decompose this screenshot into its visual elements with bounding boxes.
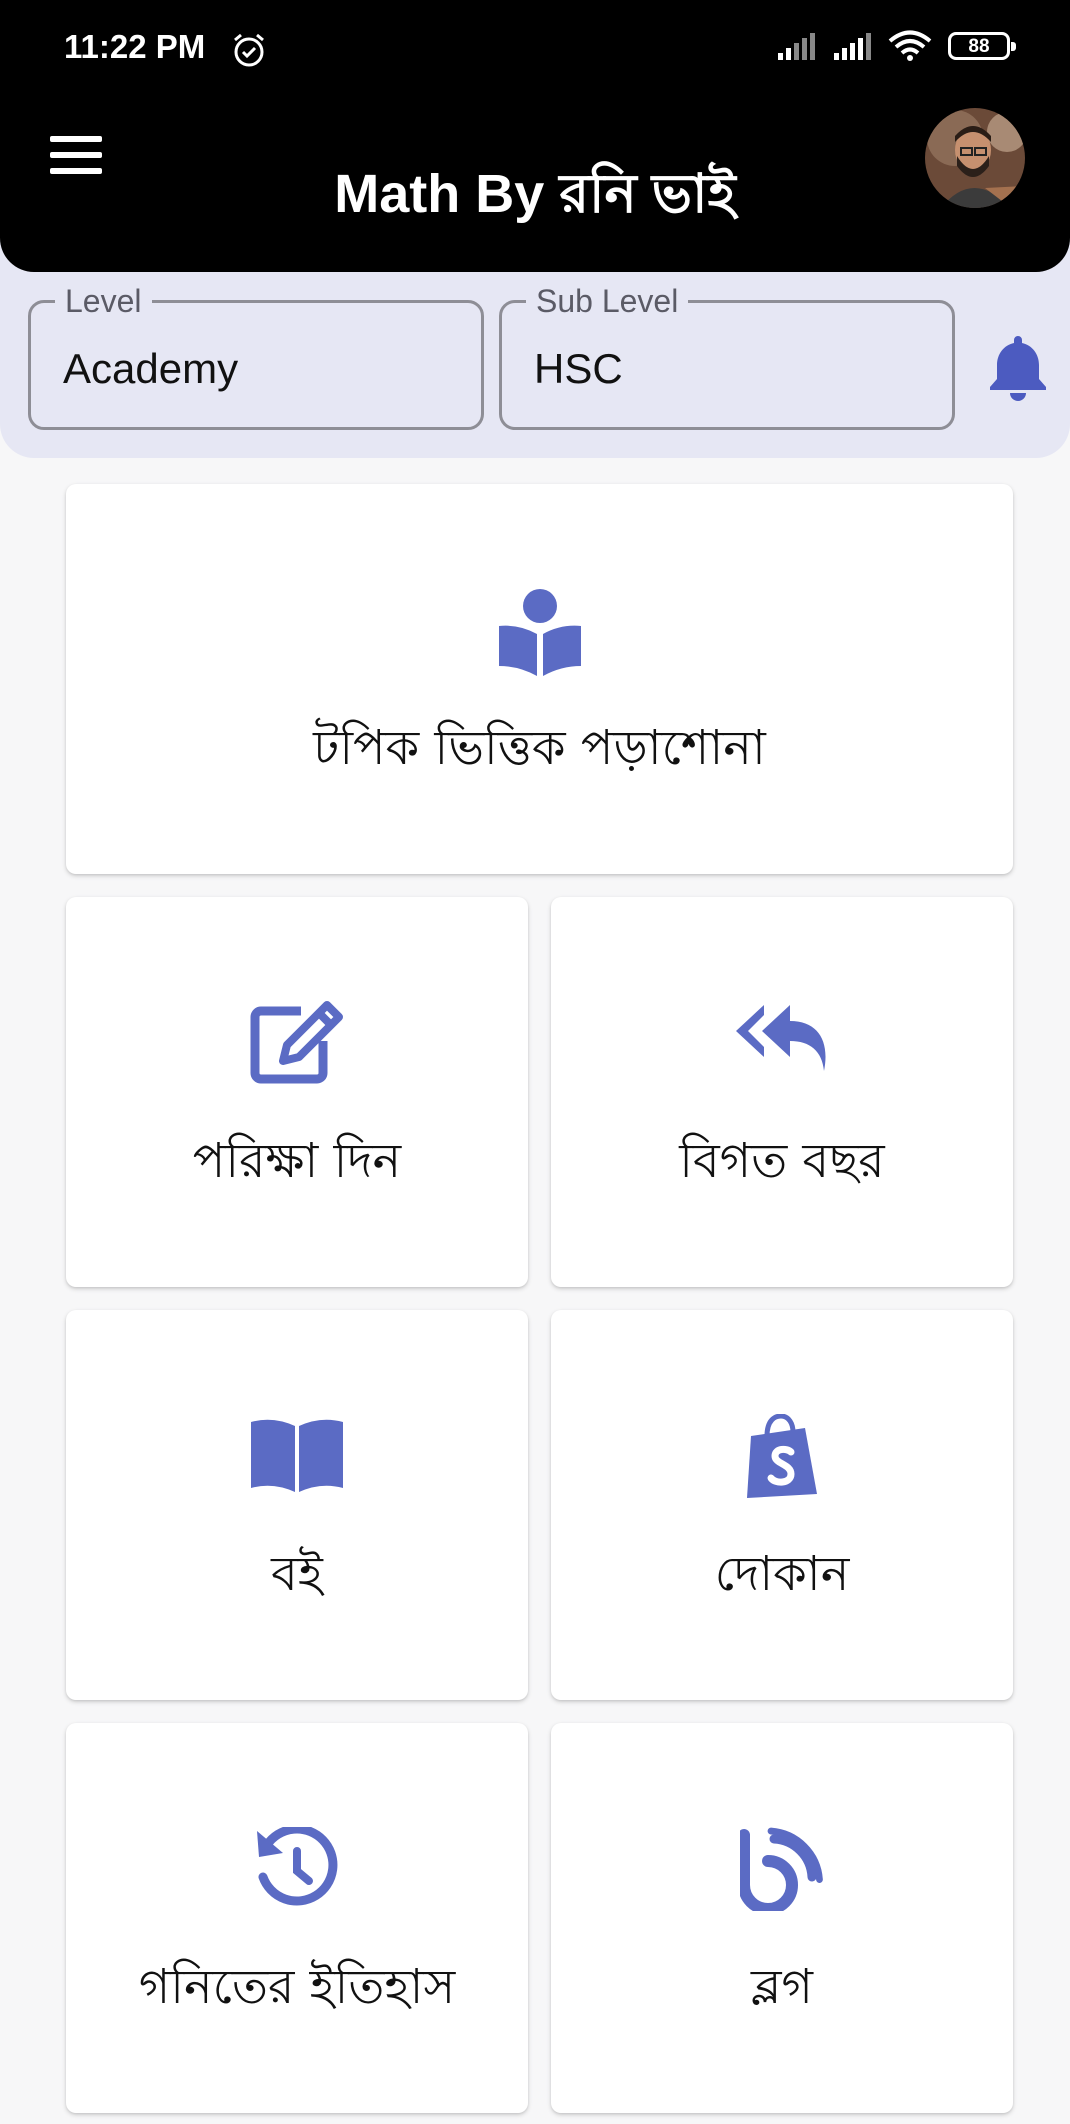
card-topic-study[interactable]: টপিক ভিত্তিক পড়াশোনা [66, 484, 1013, 874]
reply-all-icon [736, 1005, 826, 1071]
book-reader-icon [498, 589, 581, 676]
card-label: বিগত বছর [679, 1133, 885, 1189]
sub-level-dropdown[interactable]: Sub Level HSC [499, 281, 955, 430]
bell-icon[interactable] [980, 330, 1056, 406]
card-label: গনিতের ইতিহাস [138, 1959, 456, 2015]
edit-icon [250, 1001, 343, 1084]
profile-avatar[interactable] [925, 108, 1025, 208]
card-shop[interactable]: দোকান [551, 1310, 1013, 1700]
status-bar: 11:22 PM 88 [0, 0, 1070, 100]
battery-level: 88 [968, 35, 990, 57]
card-label: পরিক্ষা দিন [192, 1133, 402, 1189]
battery-icon: 88 [948, 32, 1016, 60]
sub-level-label: Sub Level [526, 281, 689, 321]
level-value: Academy [63, 345, 239, 392]
card-math-history[interactable]: গনিতের ইতিহাস [66, 1723, 528, 2113]
wifi-icon [888, 30, 932, 61]
shopify-bag-icon [747, 1414, 817, 1498]
card-label: টপিক ভিত্তিক পড়াশোনা [313, 720, 766, 776]
signal-icon [778, 33, 815, 60]
card-blog[interactable]: ব্লগ [551, 1723, 1013, 2113]
card-take-exam[interactable]: পরিক্ষা দিন [66, 897, 528, 1287]
sub-level-value: HSC [534, 345, 623, 392]
app-title: Math By রনি ভাই [334, 164, 736, 224]
history-icon [257, 1827, 338, 1906]
status-time: 11:22 PM [64, 28, 206, 65]
level-dropdown[interactable]: Level Academy [28, 281, 484, 430]
blog-icon [740, 1827, 823, 1911]
card-previous-years[interactable]: বিগত বছর [551, 897, 1013, 1287]
open-book-icon [251, 1419, 343, 1492]
status-icons: 88 [776, 30, 1018, 62]
card-books[interactable]: বই [66, 1310, 528, 1700]
card-label: ব্লগ [751, 1959, 813, 2015]
card-label: বই [271, 1546, 323, 1602]
level-label: Level [55, 281, 152, 321]
app-header: 11:22 PM 88 Math By রনি ভাই [0, 0, 1070, 272]
card-label: দোকান [714, 1546, 850, 1602]
alarm-icon [234, 33, 264, 67]
signal-icon [834, 33, 871, 60]
